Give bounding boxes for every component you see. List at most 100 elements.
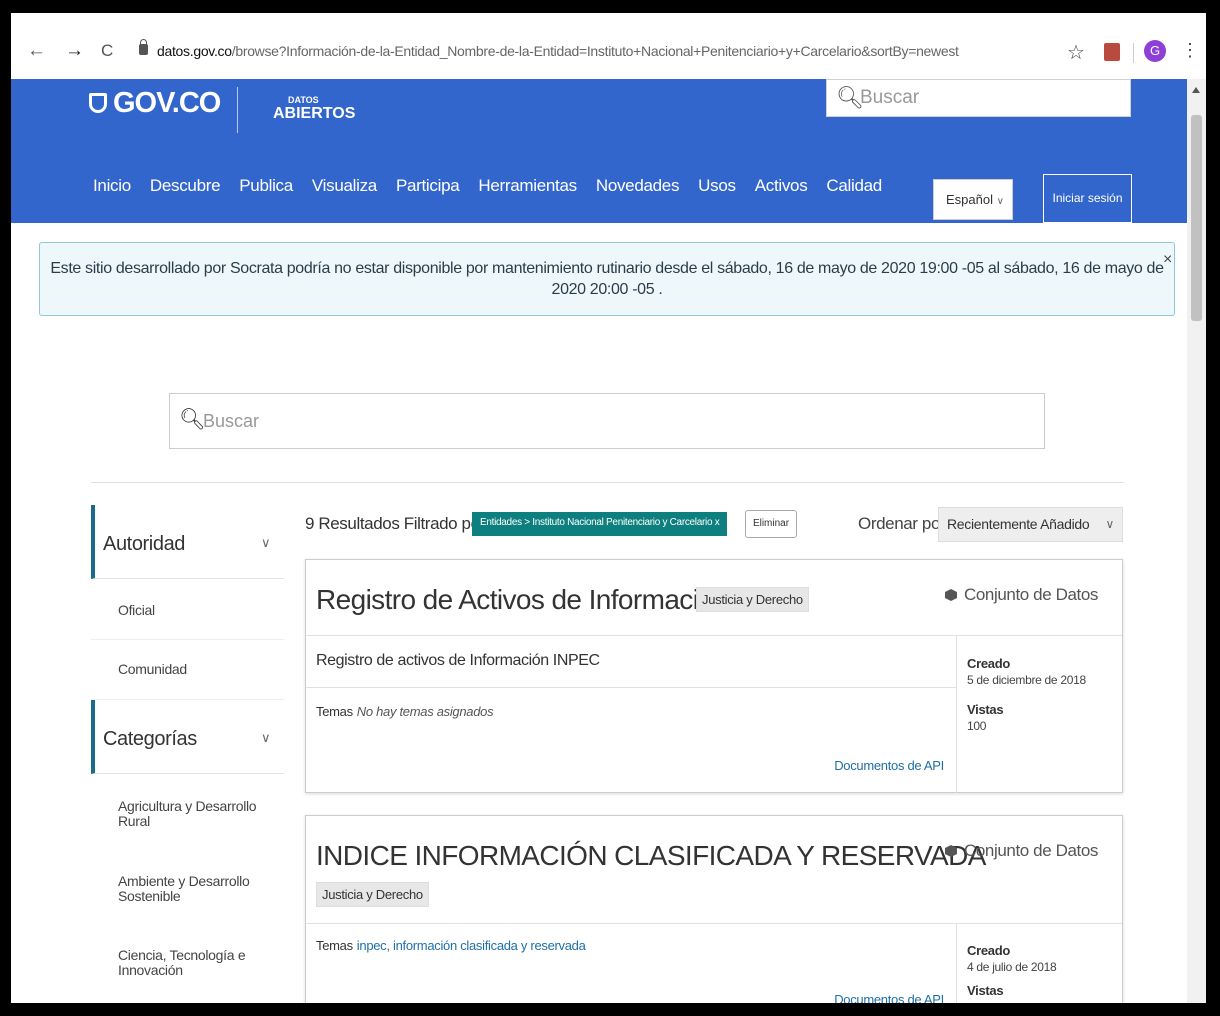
datos-abiertos-logo[interactable]: DATOS ABIERTOS: [273, 96, 355, 123]
scrollbar-thumb[interactable]: [1191, 115, 1202, 321]
card-divider: [306, 923, 1122, 924]
toolbar-divider: [1133, 43, 1134, 63]
login-button[interactable]: Iniciar sesión: [1043, 174, 1132, 223]
result-card: Registro de Activos de Información Justi…: [305, 559, 1123, 793]
facet-title: Categorías: [103, 728, 197, 750]
forward-arrow-icon[interactable]: →: [65, 41, 84, 61]
dataset-icon: [944, 589, 957, 601]
sort-value: Recientemente Añadido: [947, 516, 1090, 532]
facet-title: Autoridad: [103, 533, 186, 555]
maintenance-notice: Este sitio desarrollado por Socrata podr…: [39, 242, 1175, 316]
active-filter-chip[interactable]: Entidades > Instituto Nacional Penitenci…: [472, 512, 728, 536]
sort-select[interactable]: Recientemente Añadido ∨: [938, 507, 1123, 542]
chevron-down-icon: ∨: [1105, 517, 1115, 531]
divider: [91, 482, 1123, 483]
chevron-down-icon: ∨: [996, 196, 1004, 207]
header-search-placeholder: Buscar: [860, 87, 920, 108]
remove-filter-icon[interactable]: x: [715, 517, 720, 528]
nav-activos[interactable]: Activos: [755, 176, 808, 196]
category-tag[interactable]: Justicia y Derecho: [696, 587, 809, 612]
nav-publica[interactable]: Publica: [239, 176, 293, 196]
topics-value[interactable]: inpec, información clasificada y reserva…: [357, 938, 586, 953]
main-nav: Inicio Descubre Publica Visualiza Partic…: [93, 176, 901, 196]
views-label: Vistas: [967, 983, 1004, 998]
created-value: 4 de julio de 2018: [967, 960, 1057, 974]
result-title[interactable]: Registro de Activos de Información: [316, 584, 729, 616]
address-bar[interactable]: datos.gov.co/browse?Información-de-la-En…: [157, 43, 959, 59]
filter-chip-label: Entidades > Instituto Nacional Penitenci…: [480, 517, 713, 528]
reload-icon[interactable]: C: [101, 41, 113, 61]
nav-herramientas[interactable]: Herramientas: [478, 176, 577, 196]
gov-co-logo-text: GOV.CO: [113, 87, 221, 119]
card-divider: [956, 923, 957, 1003]
pdf-extension-icon[interactable]: [1104, 43, 1120, 61]
card-divider: [306, 635, 1122, 636]
clear-filters-button[interactable]: Eliminar: [745, 510, 797, 538]
profile-avatar[interactable]: G: [1144, 40, 1166, 62]
browser-window: ← → C datos.gov.co/browse?Información-de…: [11, 13, 1206, 1003]
asset-type: Conjunto de Datos: [944, 841, 1098, 861]
language-value: Español: [946, 192, 993, 207]
shield-icon: [89, 93, 107, 113]
asset-type-label: Conjunto de Datos: [963, 841, 1098, 860]
card-divider: [306, 687, 956, 688]
api-docs-link[interactable]: Documentos de API: [834, 758, 944, 773]
category-tag[interactable]: Justicia y Derecho: [316, 882, 429, 907]
browser-menu-icon[interactable]: ⋮: [1181, 41, 1199, 59]
catalog-search-input[interactable]: 🔍︎ Buscar: [169, 393, 1045, 449]
asset-type: Conjunto de Datos: [944, 585, 1098, 605]
facet-option-ciencia[interactable]: Ciencia, Tecnología e Innovación: [91, 926, 284, 986]
search-icon: 🔍︎: [179, 408, 206, 431]
card-divider: [956, 635, 957, 793]
facet-option-ambiente[interactable]: Ambiente y Desarrollo Sostenible: [91, 850, 284, 926]
datos-logo-big: ABIERTOS: [273, 105, 356, 122]
nav-novedades[interactable]: Novedades: [596, 176, 680, 196]
result-topics: Temas inpec, información clasificada y re…: [316, 938, 586, 953]
nav-inicio[interactable]: Inicio: [93, 176, 131, 196]
url-host: datos.gov.co: [157, 43, 232, 59]
dataset-icon: [944, 845, 957, 857]
chevron-down-icon: ∨: [261, 535, 271, 550]
language-select[interactable]: Español ∨: [933, 179, 1013, 220]
chevron-down-icon: ∨: [261, 730, 271, 745]
asset-type-label: Conjunto de Datos: [963, 585, 1098, 604]
nav-descubre[interactable]: Descubre: [150, 176, 221, 196]
site-header: GOV.CO DATOS ABIERTOS 🔍︎ Buscar Inicio D…: [11, 79, 1187, 223]
topics-label: Temas: [316, 704, 353, 719]
filter-sidebar: Autoridad ∨ Oficial Comunidad Categorías…: [91, 505, 284, 986]
close-icon[interactable]: ×: [1163, 249, 1172, 270]
result-card: INDICE INFORMACIÓN CLASIFICADA Y RESERVA…: [305, 815, 1123, 1003]
nav-visualiza[interactable]: Visualiza: [312, 176, 377, 196]
facet-option-oficial[interactable]: Oficial: [91, 579, 284, 640]
api-docs-link[interactable]: Documentos de API: [834, 992, 944, 1003]
facet-option-agricultura[interactable]: Agricultura y Desarrollo Rural: [91, 774, 284, 850]
views-value: 100: [967, 719, 987, 733]
nav-participa[interactable]: Participa: [396, 176, 460, 196]
page-scrollbar[interactable]: [1187, 79, 1206, 1003]
lock-icon: [139, 39, 148, 55]
datos-logo-small: DATOS: [288, 95, 319, 105]
url-path: /browse?Información-de-la-Entidad_Nombre…: [231, 43, 959, 59]
topics-label: Temas: [316, 938, 353, 953]
result-metadata: Creado 5 de diciembre de 2018 Vistas 100: [967, 655, 1086, 735]
topics-value: No hay temas asignados: [356, 704, 494, 719]
scroll-up-icon[interactable]: [1192, 87, 1200, 93]
facet-option-comunidad[interactable]: Comunidad: [91, 640, 284, 700]
views-label: Vistas: [967, 702, 1004, 717]
nav-calidad[interactable]: Calidad: [826, 176, 882, 196]
nav-usos[interactable]: Usos: [698, 176, 736, 196]
catalog-search-placeholder: Buscar: [203, 411, 260, 431]
sort-label: Ordenar por: [858, 514, 946, 533]
result-title[interactable]: INDICE INFORMACIÓN CLASIFICADA Y RESERVA…: [316, 840, 986, 872]
facet-autoridad-header[interactable]: Autoridad ∨: [91, 505, 284, 579]
logo-divider: [237, 87, 238, 133]
result-topics: Temas No hay temas asignados: [316, 704, 494, 719]
results-count: 9 Resultados Filtrado por: [305, 514, 485, 533]
created-label: Creado: [967, 943, 1010, 958]
bookmark-star-icon[interactable]: ☆: [1067, 40, 1085, 65]
header-search-input[interactable]: 🔍︎ Buscar: [826, 79, 1131, 117]
created-label: Creado: [967, 656, 1010, 671]
facet-categorias-header[interactable]: Categorías ∨: [91, 700, 284, 774]
back-arrow-icon[interactable]: ←: [27, 41, 46, 61]
gov-co-logo[interactable]: GOV.CO: [89, 87, 221, 120]
